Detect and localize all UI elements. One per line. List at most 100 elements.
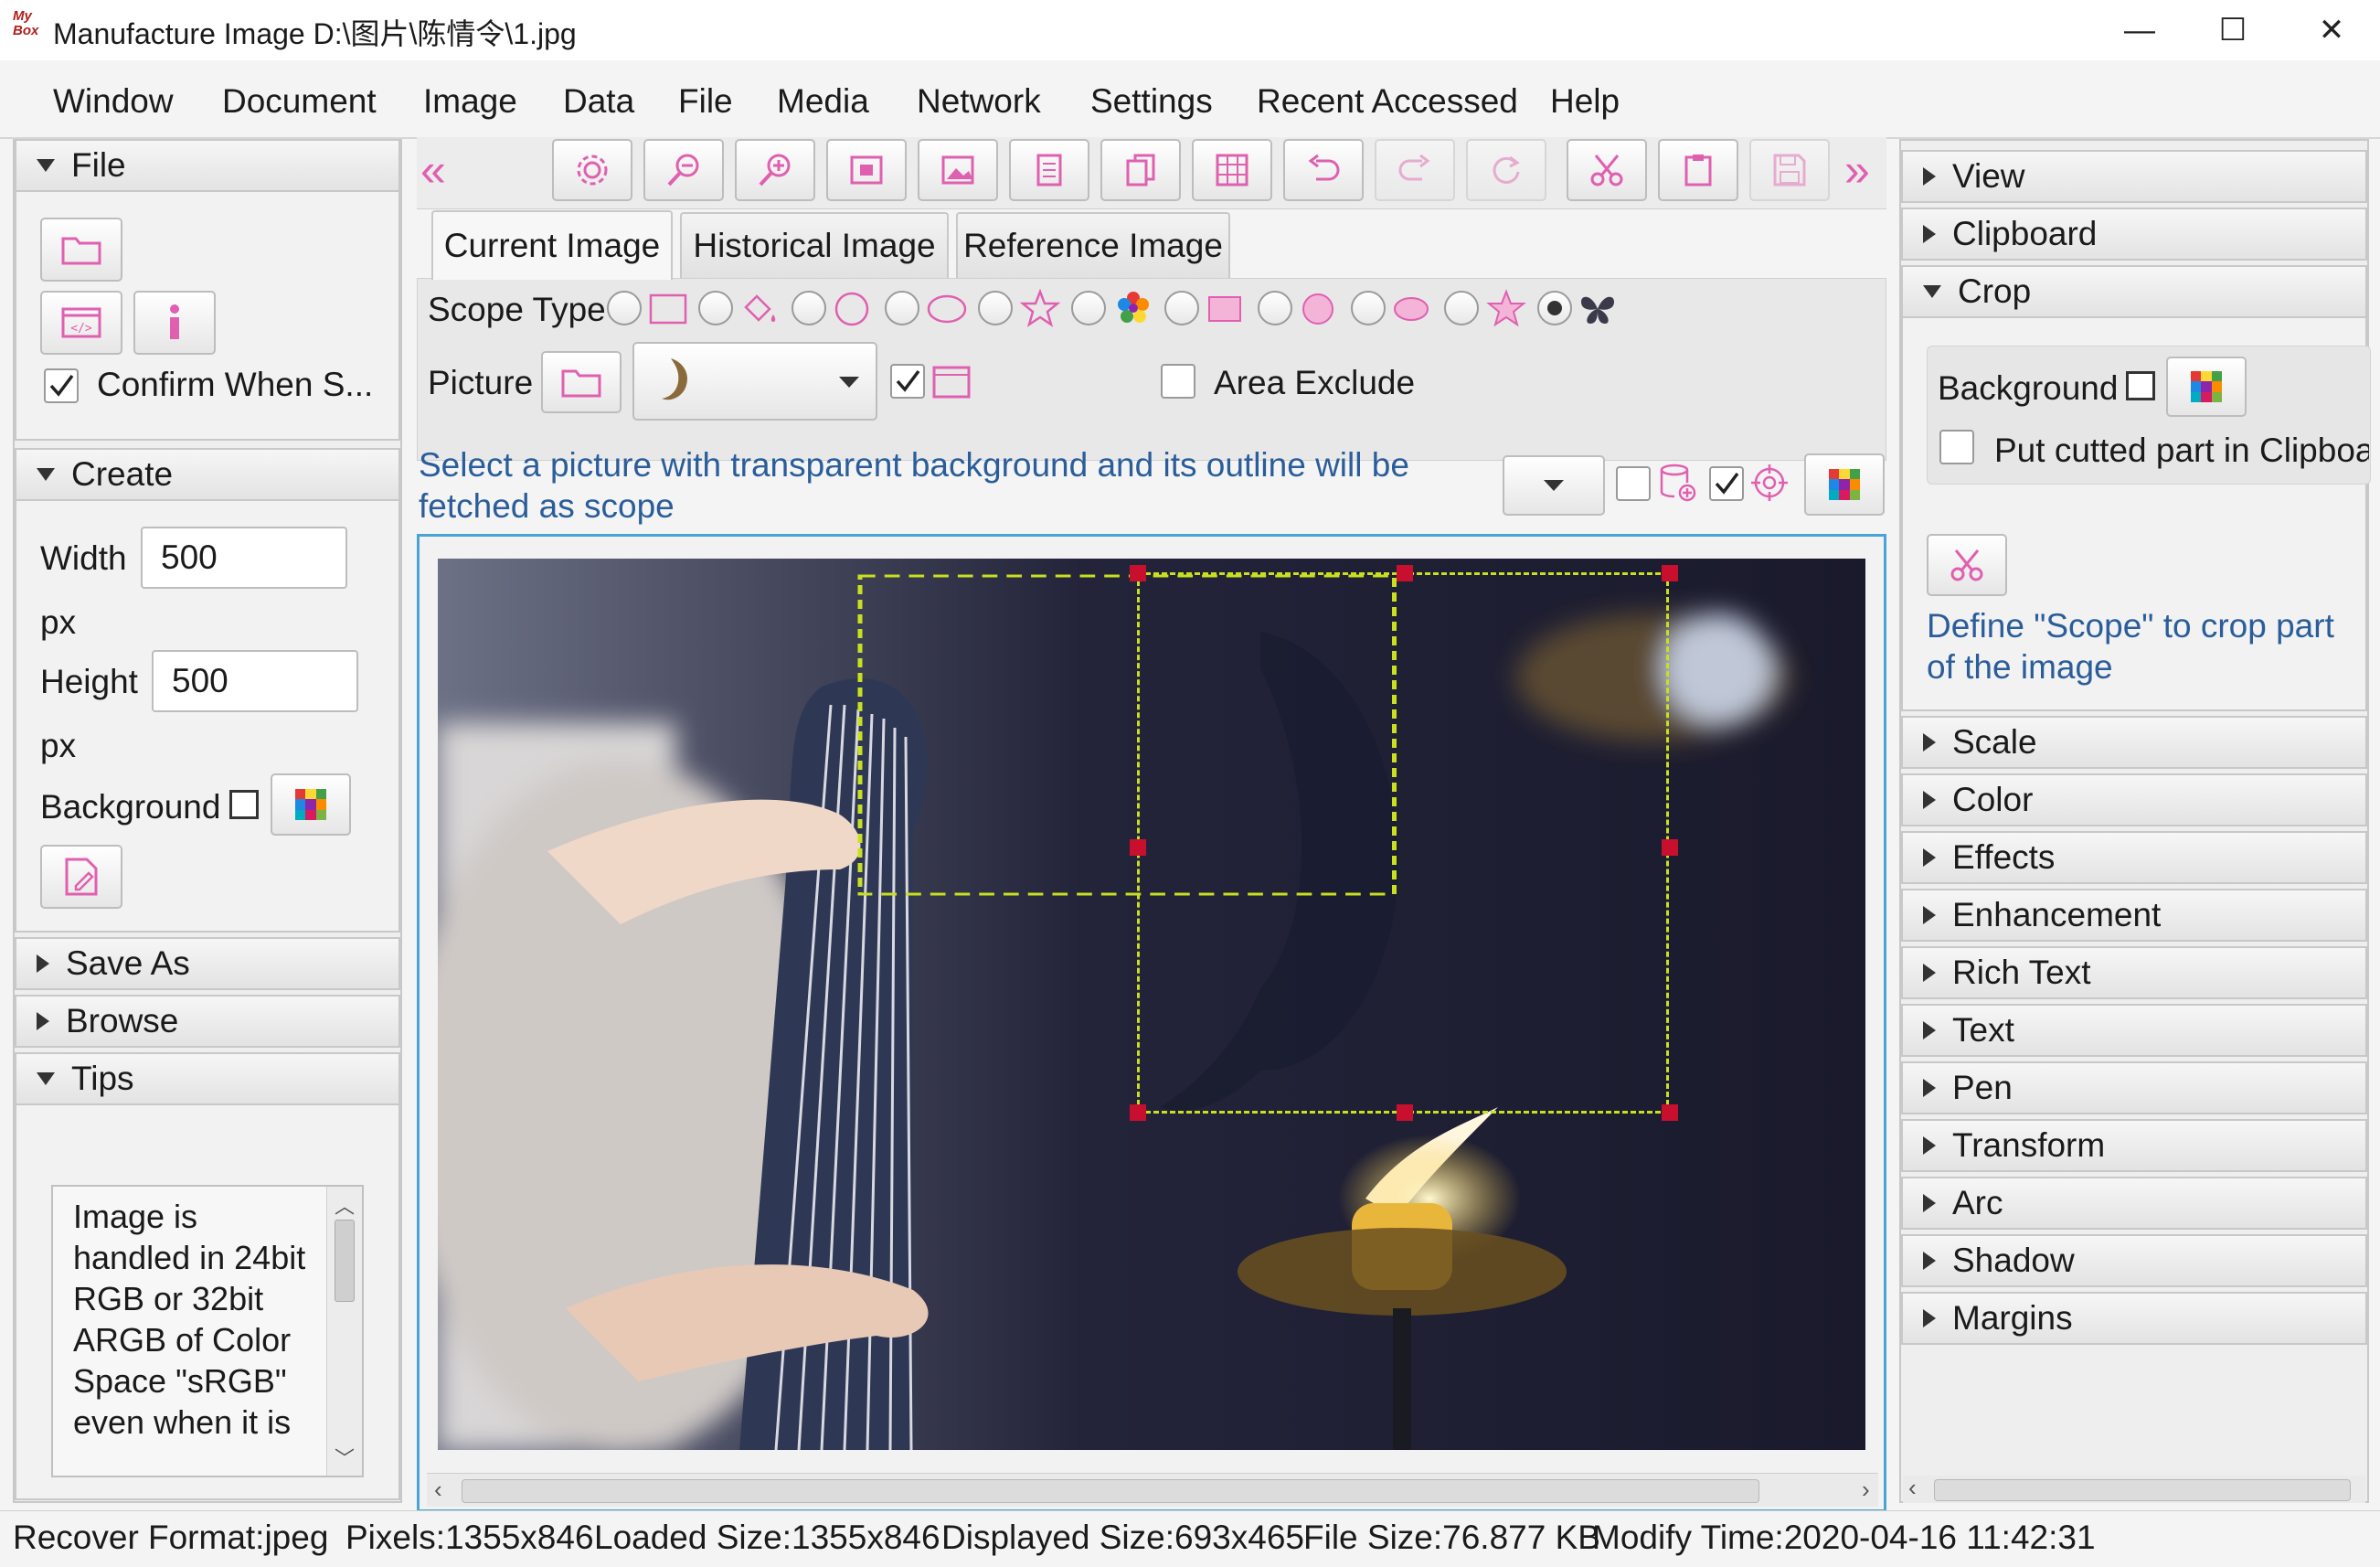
pen-section-header[interactable]: Pen (1901, 1061, 2367, 1114)
recover-link[interactable]: Recover (13, 1519, 139, 1557)
tab-reference-image[interactable]: Reference Image (956, 212, 1230, 278)
scope-color-radio[interactable] (1071, 291, 1106, 325)
horizontal-scrollbar[interactable]: ‹ › (427, 1473, 1878, 1507)
scroll-thumb[interactable] (1934, 1479, 2351, 1501)
confirm-checkbox[interactable] (44, 368, 79, 403)
view-section-header[interactable]: View (1901, 150, 2367, 203)
maximize-button[interactable]: ☐ (2192, 5, 2274, 55)
close-button[interactable]: ✕ (2290, 5, 2373, 55)
menu-help[interactable]: Help (1550, 82, 1620, 121)
shadow-section-header[interactable]: Shadow (1901, 1234, 2367, 1287)
cut-button[interactable] (1567, 139, 1647, 201)
transform-section-header[interactable]: Transform (1901, 1119, 2367, 1172)
scroll-thumb[interactable] (335, 1220, 355, 1302)
text-section-header[interactable]: Text (1901, 1004, 2367, 1057)
scope-handle-bottom[interactable] (1397, 1104, 1413, 1121)
show-scope-checkbox[interactable] (1709, 466, 1744, 501)
scope-handle-bottom-left[interactable] (1130, 1104, 1146, 1121)
menu-media[interactable]: Media (777, 82, 869, 121)
scope-handle-top-left[interactable] (1130, 565, 1146, 581)
menu-network[interactable]: Network (917, 82, 1041, 121)
scope-handle-top-right[interactable] (1662, 565, 1678, 581)
margins-section-header[interactable]: Margins (1901, 1292, 2367, 1345)
scroll-thumb[interactable] (462, 1479, 1759, 1503)
area-exclude-checkbox[interactable] (1161, 364, 1195, 399)
tips-section-header[interactable]: Tips (15, 1052, 400, 1105)
scale-section-header[interactable]: Scale (1901, 716, 2367, 769)
menu-recent-accessed[interactable]: Recent Accessed (1257, 82, 1518, 121)
scope-circle-color-radio[interactable] (1258, 291, 1292, 325)
color-section-header[interactable]: Color (1901, 773, 2367, 826)
background-color-swatch[interactable] (229, 790, 259, 819)
menu-data[interactable]: Data (563, 82, 634, 121)
right-horizontal-scrollbar[interactable]: ‹ (1903, 1474, 2365, 1503)
minimize-button[interactable]: — (2098, 5, 2181, 55)
image-size-button[interactable] (918, 139, 998, 201)
scope-handle-right[interactable] (1662, 839, 1678, 856)
paste-button[interactable] (1658, 139, 1738, 201)
save-button[interactable] (1749, 139, 1830, 201)
open-file-button[interactable] (40, 218, 122, 282)
copy-button[interactable] (1100, 139, 1181, 201)
info-page-button[interactable] (1009, 139, 1089, 201)
crop-palette-button[interactable] (2166, 357, 2247, 417)
scope-data-checkbox[interactable] (1616, 466, 1651, 501)
save-as-section-header[interactable]: Save As (15, 937, 400, 990)
create-button[interactable] (40, 845, 122, 909)
scope-color-button[interactable] (1804, 453, 1885, 516)
scope-circle-radio[interactable] (792, 291, 826, 325)
crop-background-swatch[interactable] (2126, 371, 2155, 400)
height-input[interactable]: 500 (152, 650, 358, 712)
info-button[interactable] (133, 291, 216, 355)
crop-scope-frame[interactable] (1137, 572, 1669, 1114)
browse-section-header[interactable]: Browse (15, 995, 400, 1048)
undo-button[interactable] (1283, 139, 1364, 201)
zoom-out-button[interactable] (643, 139, 724, 201)
effects-section-header[interactable]: Effects (1901, 831, 2367, 884)
crop-button[interactable] (1927, 534, 2007, 596)
scope-polygon-color-radio[interactable] (1444, 291, 1479, 325)
zoom-in-button[interactable] (735, 139, 815, 201)
view-code-button[interactable]: </> (40, 291, 122, 355)
fit-button[interactable] (826, 139, 907, 201)
crop-section-header[interactable]: Crop (1901, 265, 2367, 318)
arc-section-header[interactable]: Arc (1901, 1177, 2367, 1230)
width-input[interactable]: 500 (141, 527, 347, 589)
scope-rect-color-radio[interactable] (1164, 291, 1199, 325)
scope-outline-radio[interactable] (1537, 291, 1572, 325)
scope-matting-radio[interactable] (698, 291, 733, 325)
settings-button[interactable] (552, 139, 632, 201)
scope-handle-bottom-right[interactable] (1662, 1104, 1678, 1121)
scope-handle-top[interactable] (1397, 565, 1413, 581)
clipboard-section-header[interactable]: Clipboard (1901, 208, 2367, 261)
palette-button[interactable] (271, 773, 351, 836)
put-cutted-checkbox[interactable] (1939, 430, 1974, 464)
file-section-header[interactable]: File (15, 139, 400, 192)
select-picture-button[interactable] (541, 351, 622, 413)
rich-text-section-header[interactable]: Rich Text (1901, 946, 2367, 999)
tips-scrollbar[interactable]: ︿ ﹀ (326, 1187, 362, 1476)
menu-document[interactable]: Document (222, 82, 377, 121)
scope-all-radio[interactable] (607, 291, 642, 325)
tab-historical-image[interactable]: Historical Image (680, 212, 949, 278)
enhancement-section-header[interactable]: Enhancement (1901, 889, 2367, 942)
menu-settings[interactable]: Settings (1090, 82, 1213, 121)
scope-handle-left[interactable] (1130, 839, 1146, 856)
meta-button[interactable] (1192, 139, 1272, 201)
menu-file[interactable]: File (678, 82, 733, 121)
outline-picture-selector[interactable] (632, 342, 877, 421)
toolbar-scroll-left-icon[interactable]: « (420, 143, 446, 197)
menu-image[interactable]: Image (423, 82, 517, 121)
create-section-header[interactable]: Create (15, 448, 400, 501)
scope-polygon-radio[interactable] (978, 291, 1013, 325)
toolbar-scroll-right-icon[interactable]: » (1844, 143, 1870, 197)
scope-options-dropdown[interactable] (1503, 455, 1605, 516)
menu-window[interactable]: Window (53, 82, 174, 121)
recover-button[interactable] (1466, 139, 1546, 201)
scope-ellipse-radio[interactable] (885, 291, 919, 325)
tab-current-image[interactable]: Current Image (431, 210, 673, 280)
scope-ellipse-color-radio[interactable] (1351, 291, 1386, 325)
keep-ratio-checkbox[interactable] (890, 364, 925, 399)
tips-textarea[interactable]: Image is handled in 24bit RGB or 32bit A… (51, 1185, 364, 1477)
redo-button[interactable] (1375, 139, 1455, 201)
